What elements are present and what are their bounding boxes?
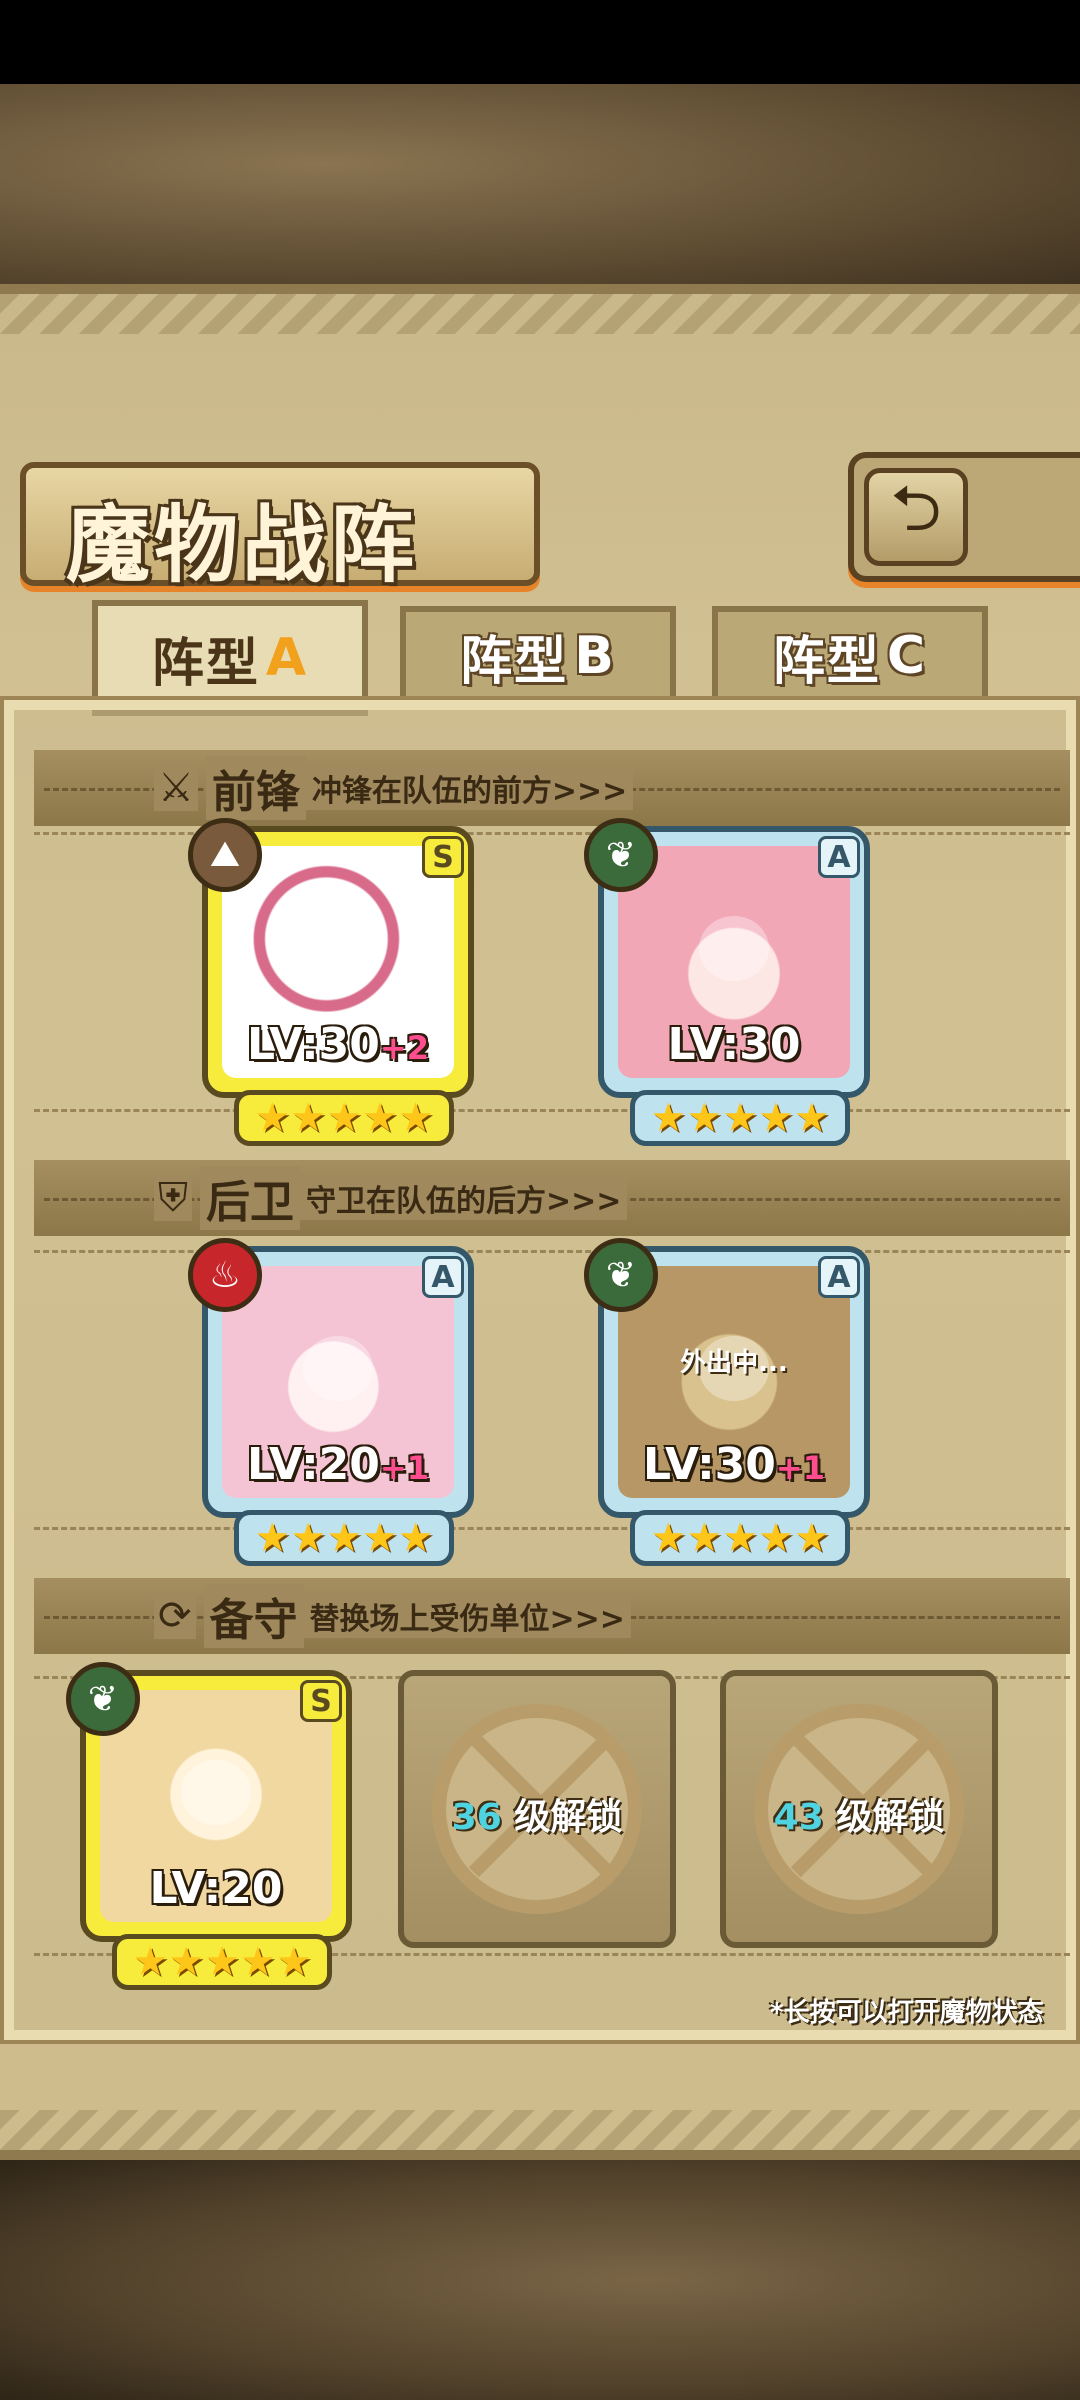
- unit-level: LV:30+2: [247, 1019, 429, 1070]
- rank-badge: S: [300, 1680, 342, 1722]
- leaf-element-icon: ❦: [584, 1238, 658, 1312]
- long-press-hint: *长按可以打开魔物状态: [770, 1998, 1044, 2028]
- tab-label: 阵型: [460, 631, 569, 692]
- rank-badge: A: [818, 836, 860, 878]
- sword-icon: ⚔: [154, 765, 198, 811]
- vanguard-banner: ⚔ 前锋 冲锋在队伍的前方>>>: [34, 750, 1070, 826]
- leaf-element-icon: ❦: [66, 1662, 140, 1736]
- unlock-requirement: 36 级解锁: [451, 1797, 623, 1838]
- page-title: 魔物战阵: [66, 495, 419, 594]
- away-status: 外出中...: [680, 1348, 788, 1378]
- vanguard-title: 前锋: [205, 756, 306, 820]
- zigzag-edge-top: [0, 294, 1080, 334]
- map-background-top: [0, 84, 1080, 284]
- rank-badge: S: [422, 836, 464, 878]
- fire-element-icon: ♨: [188, 1238, 262, 1312]
- tab-formation-c[interactable]: 阵型 C: [712, 606, 988, 706]
- back-arrow-icon: ⮌: [864, 468, 968, 566]
- leaf-element-icon: ❦: [584, 818, 658, 892]
- tab-letter: C: [886, 626, 928, 686]
- star-rating: ★★★★★: [234, 1510, 454, 1566]
- star-rating: ★★★★★: [112, 1934, 332, 1990]
- unit-level: LV:30: [667, 1019, 801, 1070]
- tab-letter: A: [265, 628, 309, 688]
- reserve-title: 备守: [203, 1584, 304, 1648]
- unit-level: LV:30+1: [643, 1439, 825, 1490]
- tab-letter: B: [574, 626, 616, 686]
- locked-slot-2[interactable]: 43 级解锁: [720, 1670, 998, 1948]
- tab-label: 阵型: [772, 631, 881, 692]
- locked-slot-1[interactable]: 36 级解锁: [398, 1670, 676, 1948]
- star-rating: ★★★★★: [630, 1510, 850, 1566]
- vanguard-subtitle: 冲锋在队伍的前方>>>: [305, 766, 634, 810]
- zigzag-edge-bottom: [0, 2110, 1080, 2150]
- rearguard-title: 后卫: [200, 1166, 300, 1230]
- rearguard-banner: ⛨ 后卫 守卫在队伍的后方>>>: [34, 1160, 1070, 1236]
- earth-element-icon: ⛰: [188, 818, 262, 892]
- reserve-banner: ⟳ 备守 替换场上受伤单位>>>: [34, 1578, 1070, 1654]
- tab-formation-a[interactable]: 阵型 A: [92, 600, 368, 716]
- rank-badge: A: [818, 1256, 860, 1298]
- reserve-subtitle: 替换场上受伤单位>>>: [303, 1594, 631, 1638]
- star-rating: ★★★★★: [234, 1090, 454, 1146]
- map-background-bottom: [0, 2160, 1080, 2400]
- unit-level: LV:20: [149, 1863, 283, 1914]
- title-plate: 魔物战阵: [20, 462, 540, 594]
- rearguard-lane: [34, 1250, 1070, 1530]
- back-button[interactable]: ⮌: [848, 452, 1080, 582]
- star-rating: ★★★★★: [630, 1090, 850, 1146]
- rank-badge: A: [422, 1256, 464, 1298]
- unit-level: LV:20+1: [247, 1439, 429, 1490]
- tab-label: 阵型: [151, 633, 260, 694]
- status-bar: [0, 0, 1080, 84]
- rearguard-subtitle: 守卫在队伍的后方>>>: [300, 1176, 628, 1220]
- shield-icon: ⛨: [154, 1175, 192, 1221]
- vanguard-lane: [34, 832, 1070, 1112]
- swap-icon: ⟳: [154, 1593, 196, 1639]
- tab-formation-b[interactable]: 阵型 B: [400, 606, 676, 706]
- unlock-requirement: 43 级解锁: [773, 1797, 945, 1838]
